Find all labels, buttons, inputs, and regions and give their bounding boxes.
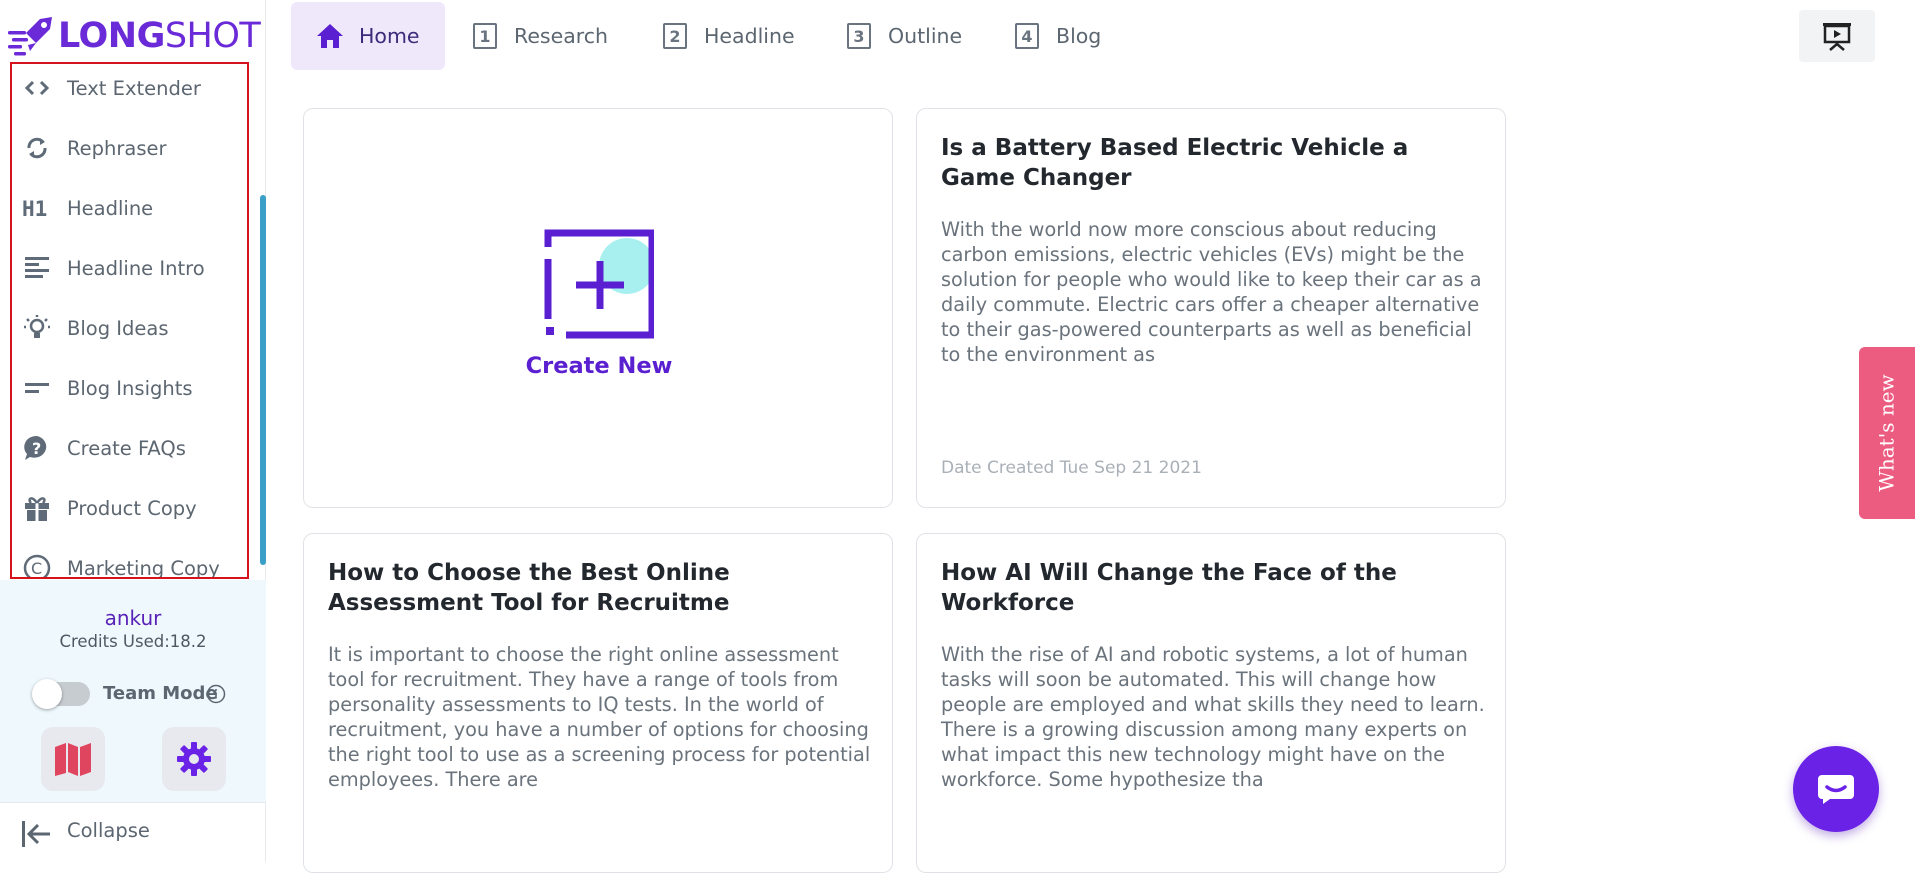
sync-icon — [22, 133, 52, 163]
logo-text: LONGSHOT — [58, 15, 261, 56]
chat-bubble-icon — [1818, 775, 1854, 804]
sidebar-scrollbar[interactable] — [260, 195, 266, 565]
sidebar-item-blog-ideas[interactable]: Blog Ideas — [12, 306, 242, 350]
card-excerpt: With the rise of AI and robotic systems,… — [941, 643, 1485, 791]
profile-panel: ankur Credits Used:18.2 Team Mode — [0, 580, 266, 802]
sidebar-item-blog-insights[interactable]: Blog Insights — [12, 366, 242, 410]
document-card[interactable]: Is a Battery Based Electric Vehicle a Ga… — [916, 108, 1506, 508]
sidebar-item-product-copy[interactable]: Product Copy — [12, 486, 242, 530]
toggle-knob — [32, 679, 62, 709]
card-excerpt: With the world now more conscious about … — [941, 218, 1482, 366]
username: ankur — [104, 606, 162, 630]
create-new-content: Create New — [304, 109, 892, 507]
collapse-button[interactable]: Collapse — [0, 802, 266, 862]
card-date: Date Created Tue Sep 21 2021 — [941, 458, 1202, 478]
number-4-icon: 4 — [1012, 21, 1042, 51]
sidebar-item-label: Blog Ideas — [67, 316, 169, 340]
tab-outline[interactable]: 3 Outline — [844, 2, 962, 70]
gear-icon — [177, 742, 211, 776]
sidebar: LONGSHOT Text Extender Rephraser H1 Head… — [0, 0, 266, 862]
card-title: How AI Will Change the Face of the Workf… — [941, 560, 1397, 616]
svg-text:C: C — [31, 559, 42, 578]
sidebar-item-text-extender[interactable]: Text Extender — [12, 66, 242, 110]
info-icon[interactable] — [206, 684, 226, 704]
lightbulb-icon — [22, 313, 52, 343]
svg-text:H1: H1 — [22, 197, 47, 221]
home-icon — [315, 21, 345, 51]
credits-used: Credits Used:18.2 — [59, 632, 207, 651]
roadmap-button[interactable] — [41, 727, 105, 791]
sidebar-item-label: Marketing Copy — [67, 556, 220, 579]
subject-icon — [22, 253, 52, 283]
tab-blog[interactable]: 4 Blog — [1012, 2, 1101, 70]
chat-button[interactable] — [1793, 746, 1879, 832]
number-1-icon: 1 — [470, 21, 500, 51]
code-icon — [22, 73, 52, 103]
sidebar-item-label: Blog Insights — [67, 376, 193, 400]
card-title: Is a Battery Based Electric Vehicle a Ga… — [941, 135, 1409, 191]
collapse-label: Collapse — [67, 819, 150, 842]
document-card[interactable]: How AI Will Change the Face of the Workf… — [916, 533, 1506, 873]
sidebar-item-rephraser[interactable]: Rephraser — [12, 126, 242, 170]
sidebar-item-headline-intro[interactable]: Headline Intro — [12, 246, 242, 290]
sidebar-item-headline[interactable]: H1 Headline — [12, 186, 242, 230]
team-mode-label: Team Mode — [103, 683, 218, 704]
tab-label: Outline — [888, 24, 963, 48]
map-icon — [55, 743, 91, 776]
add-document-icon — [544, 229, 654, 339]
tab-headline[interactable]: 2 Headline — [660, 2, 795, 70]
create-new-card[interactable]: Create New — [303, 108, 893, 508]
gift-icon — [22, 493, 52, 523]
sidebar-item-create-faqs[interactable]: ? Create FAQs — [12, 426, 242, 470]
sidebar-item-label: Rephraser — [67, 136, 167, 160]
help-bubble-icon: ? — [22, 433, 52, 463]
short-text-icon — [22, 373, 52, 403]
document-card[interactable]: How to Choose the Best Online Assessment… — [303, 533, 893, 873]
rocket-logo-icon — [8, 17, 52, 56]
whats-new-tab[interactable]: What's new — [1859, 347, 1915, 519]
logo[interactable]: LONGSHOT — [6, 10, 261, 62]
copyright-icon: C — [22, 553, 52, 578]
team-mode-toggle[interactable] — [32, 679, 90, 709]
collapse-icon — [22, 821, 50, 847]
sidebar-item-label: Text Extender — [67, 76, 201, 100]
tab-research[interactable]: 1 Research — [470, 2, 608, 70]
sidebar-item-label: Create FAQs — [67, 436, 186, 460]
tab-home[interactable]: Home — [291, 2, 445, 70]
sidebar-item-marketing-copy[interactable]: C Marketing Copy — [12, 546, 242, 579]
whats-new-label: What's new — [1875, 374, 1900, 492]
tools-menu: Text Extender Rephraser H1 Headline Head… — [10, 62, 249, 579]
tab-label: Home — [359, 24, 420, 48]
create-new-label: Create New — [525, 353, 673, 379]
tab-label: Headline — [704, 24, 795, 48]
presentation-icon — [1823, 23, 1851, 51]
number-3-icon: 3 — [844, 21, 874, 51]
settings-button[interactable] — [162, 727, 226, 791]
presentation-button[interactable] — [1799, 10, 1875, 62]
sidebar-item-label: Headline — [67, 196, 154, 220]
number-2-icon: 2 — [660, 21, 690, 51]
sidebar-item-label: Product Copy — [67, 496, 197, 520]
card-title: How to Choose the Best Online Assessment… — [328, 560, 730, 616]
tab-label: Research — [514, 24, 609, 48]
tab-label: Blog — [1056, 24, 1102, 48]
sidebar-item-label: Headline Intro — [67, 256, 205, 280]
svg-text:?: ? — [32, 439, 41, 458]
h1-icon: H1 — [22, 193, 52, 223]
card-excerpt: It is important to choose the right onli… — [328, 643, 871, 791]
